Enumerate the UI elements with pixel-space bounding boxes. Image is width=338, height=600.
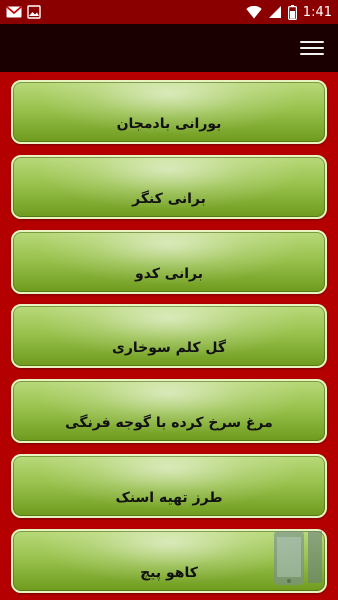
recipe-list[interactable]: بورانی بادمجان برانی کنگر برانی کدو گل ک… [0, 72, 338, 600]
battery-icon [287, 4, 297, 20]
signal-icon [268, 5, 282, 19]
hamburger-icon[interactable] [300, 36, 324, 60]
list-item-label: طرز تهیه اسنک [115, 490, 223, 506]
status-time: 1:41 [302, 4, 332, 20]
scroll-watermark-icon [272, 525, 324, 589]
list-item-label: گل کلم سوخاری [111, 340, 226, 356]
list-item-label: برانی کنگر [132, 191, 206, 207]
list-item-label: کاهو پیچ [140, 565, 198, 581]
list-item[interactable]: گل کلم سوخاری [11, 304, 327, 368]
gmail-icon [6, 6, 22, 18]
list-item-label: برانی کدو [135, 266, 203, 282]
list-item[interactable]: مرغ سرخ کرده با گوجه فرنگی [11, 379, 327, 443]
list-item-label: بورانی بادمجان [116, 116, 222, 132]
list-item[interactable]: برانی کدو [11, 230, 327, 294]
status-bar: 1:41 [0, 0, 338, 24]
list-item[interactable]: طرز تهیه اسنک [11, 454, 327, 518]
list-item[interactable]: بورانی بادمجان [11, 80, 327, 144]
app-bar [0, 24, 338, 72]
list-item-label: مرغ سرخ کرده با گوجه فرنگی [65, 415, 273, 431]
wifi-icon [246, 5, 262, 19]
list-item[interactable]: برانی کنگر [11, 155, 327, 219]
photo-icon [27, 5, 41, 19]
